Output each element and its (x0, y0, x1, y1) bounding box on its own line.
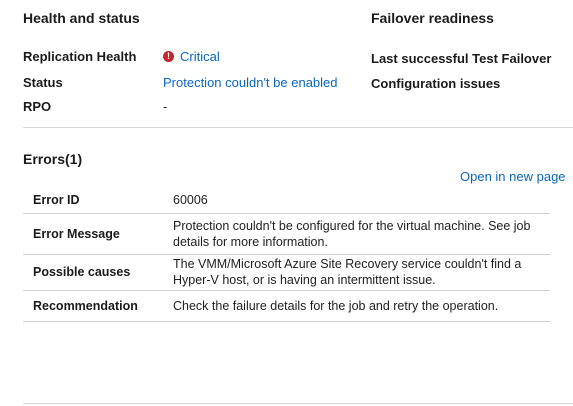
error-message-key: Error Message (23, 213, 163, 255)
table-row: Error ID 60006 (23, 188, 550, 214)
error-circle-icon: ! (163, 51, 174, 62)
section-divider (23, 127, 573, 128)
table-row: Possible causes The VMM/Microsoft Azure … (23, 254, 550, 291)
errors-title: Errors(1) (23, 151, 83, 167)
error-id-value: 60006 (163, 188, 550, 214)
errors-table: Error ID 60006 Error Message Protection … (23, 188, 550, 322)
health-section-title: Health and status (23, 10, 140, 26)
replication-health-label: Replication Health (23, 49, 137, 64)
recommendation-value: Check the failure details for the job an… (163, 290, 550, 322)
error-message-value: Protection couldn't be configured for th… (163, 213, 550, 255)
last-test-failover-label: Last successful Test Failover (371, 51, 552, 66)
failover-section-title: Failover readiness (371, 10, 494, 26)
table-row: Recommendation Check the failure details… (23, 290, 550, 322)
replication-health-critical-link[interactable]: Critical (180, 49, 220, 64)
status-label: Status (23, 75, 63, 90)
open-in-new-page-link[interactable]: Open in new page (460, 169, 566, 184)
replication-health-value[interactable]: ! Critical (163, 49, 220, 64)
bottom-divider (23, 403, 573, 404)
possible-causes-value: The VMM/Microsoft Azure Site Recovery se… (163, 254, 550, 291)
error-id-key: Error ID (23, 188, 163, 214)
table-row: Error Message Protection couldn't be con… (23, 213, 550, 255)
recommendation-key: Recommendation (23, 290, 163, 322)
status-value-link[interactable]: Protection couldn't be enabled (163, 75, 338, 90)
rpo-value: - (163, 99, 168, 114)
configuration-issues-label: Configuration issues (371, 76, 501, 91)
rpo-label: RPO (23, 99, 52, 114)
possible-causes-key: Possible causes (23, 254, 163, 291)
